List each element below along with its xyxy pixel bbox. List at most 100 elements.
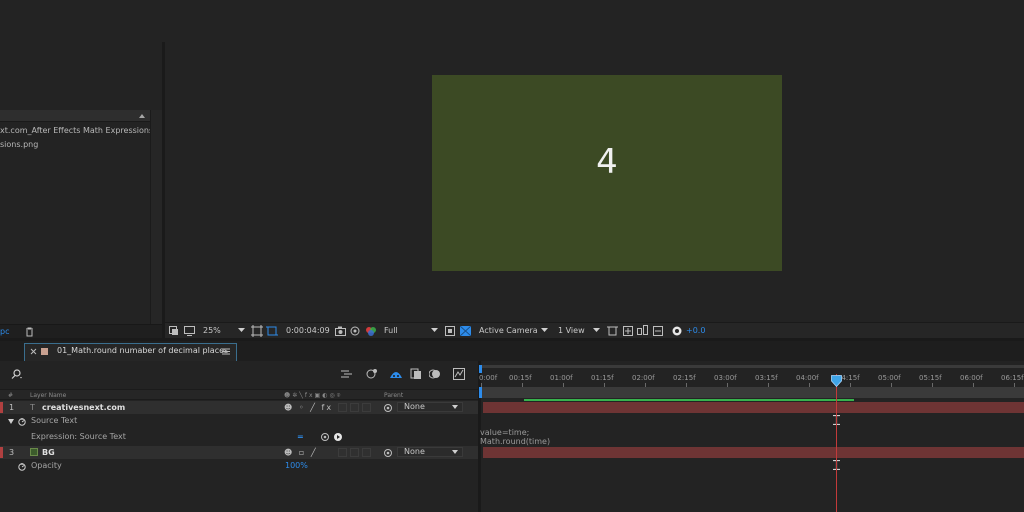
toggle-pixel-aspect-icon[interactable]: [607, 326, 618, 336]
layer-label-color: [0, 447, 3, 458]
chevron-down-icon[interactable]: [593, 328, 600, 333]
project-column-header: [0, 110, 150, 122]
current-time-indicator-icon[interactable]: [341, 369, 353, 380]
layer-duration-bar-1[interactable]: [483, 402, 1024, 413]
disclosure-triangle-icon[interactable]: [8, 419, 14, 424]
column-layer-name[interactable]: Layer Name: [30, 390, 66, 401]
bpc-label[interactable]: pc: [0, 327, 9, 337]
motion-blur-icon[interactable]: [429, 368, 441, 380]
close-icon[interactable]: [30, 348, 37, 355]
ruler-tick-label: 06:00f: [960, 374, 983, 382]
layer-switches[interactable]: ☻ ◦ ╱ fx: [284, 401, 333, 414]
fast-previews-icon[interactable]: [623, 326, 633, 336]
ruler-tick-label: 00:15f: [509, 374, 532, 382]
navigator-start-handle[interactable]: [479, 365, 482, 373]
expression-pick-whip-icon[interactable]: [321, 433, 329, 441]
property-row-opacity[interactable]: Opacity 100%: [0, 459, 478, 473]
parent-dropdown[interactable]: None: [397, 402, 463, 412]
tab-title[interactable]: 01_Math.round numaber of decimal places: [57, 346, 228, 356]
title-safe-icon[interactable]: [251, 325, 263, 337]
graph-editor-icon[interactable]: [453, 368, 465, 380]
3d-layer-switch[interactable]: [362, 403, 371, 412]
ruler-tick-label: 01:15f: [591, 374, 614, 382]
layer-switches[interactable]: ☻ ▫ ╱: [284, 446, 318, 459]
chevron-down-icon[interactable]: [541, 328, 548, 333]
ruler-tick-label: 03:15f: [755, 374, 778, 382]
sort-up-icon[interactable]: [138, 112, 146, 120]
current-timecode[interactable]: 0:00:04:09: [286, 326, 330, 336]
ram-preview-cache-bar: [524, 399, 854, 401]
viewer-toolbar: 25% 0:00:04:09 Full Active Camera 1 View…: [165, 322, 1024, 338]
chevron-down-icon[interactable]: [431, 328, 438, 333]
expression-language-menu-icon[interactable]: [334, 433, 342, 441]
layer-row-3[interactable]: 3 BG ☻ ▫ ╱ None: [0, 446, 478, 459]
layer-label-color: [0, 402, 3, 413]
adjustment-switch[interactable]: [350, 448, 359, 457]
solid-layer-icon: [30, 448, 38, 456]
adjustment-switch[interactable]: [350, 403, 359, 412]
motion-blur-switch[interactable]: [338, 448, 347, 457]
ruler-tick-label: 0:00f: [479, 374, 498, 382]
stopwatch-icon[interactable]: [18, 417, 26, 426]
layer-name[interactable]: creativesnext.com: [42, 401, 125, 414]
zoom-level[interactable]: 25%: [203, 326, 221, 336]
project-item-footage[interactable]: sions.png: [0, 138, 150, 151]
fast-preview-icon[interactable]: [445, 326, 455, 336]
expression-label: Expression: Source Text: [31, 432, 126, 441]
pick-whip-icon[interactable]: [384, 449, 392, 457]
timeline-flowchart-icon[interactable]: [637, 325, 648, 336]
monitor-icon[interactable]: [184, 326, 195, 336]
parent-dropdown[interactable]: None: [397, 447, 463, 457]
frame-blending-icon[interactable]: [410, 368, 422, 380]
ruler-tick-label: 05:00f: [878, 374, 901, 382]
resolution-dropdown[interactable]: Full: [384, 326, 398, 336]
3d-layer-switch[interactable]: [362, 448, 371, 457]
stopwatch-icon[interactable]: [18, 462, 26, 471]
exposure-value[interactable]: +0.0: [686, 326, 705, 336]
work-area-start-handle[interactable]: [479, 387, 482, 398]
search-icon[interactable]: [10, 369, 24, 380]
expression-enable-toggle[interactable]: =: [297, 430, 304, 444]
project-item-comp[interactable]: xt.com_After Effects Math Expressions: [0, 124, 150, 137]
region-of-interest-icon[interactable]: [266, 325, 278, 337]
shy-layers-icon[interactable]: [389, 368, 403, 380]
ruler-tick-label: 04:00f: [796, 374, 819, 382]
layer-number: 1: [9, 403, 15, 412]
color-channel-icon[interactable]: [365, 325, 377, 337]
camera-dropdown[interactable]: Active Camera: [479, 326, 538, 336]
transparency-grid-icon[interactable]: [460, 326, 471, 336]
draft-3d-icon[interactable]: [366, 368, 378, 380]
reset-exposure-icon[interactable]: [672, 326, 682, 336]
layer-name[interactable]: BG: [42, 446, 55, 459]
comp-flowchart-icon[interactable]: [653, 326, 663, 336]
pick-whip-icon[interactable]: [384, 404, 392, 412]
property-name: Source Text: [31, 416, 78, 425]
ruler-tick-label: 05:15f: [919, 374, 942, 382]
expression-line-2[interactable]: Math.round(time): [480, 437, 550, 447]
show-snapshot-icon[interactable]: [350, 326, 360, 336]
parent-value: None: [404, 402, 425, 411]
motion-blur-switch[interactable]: [338, 403, 347, 412]
time-navigator[interactable]: [481, 365, 1024, 368]
work-area-bar[interactable]: [481, 387, 1024, 398]
current-time-indicator-head[interactable]: [831, 375, 842, 387]
layer-number: 3: [9, 448, 15, 457]
opacity-value[interactable]: 100%: [285, 459, 308, 473]
layer-duration-bar-3[interactable]: [483, 447, 1024, 458]
expression-row[interactable]: Expression: Source Text =: [0, 430, 478, 444]
property-row-source-text[interactable]: Source Text: [0, 414, 478, 428]
chevron-down-icon[interactable]: [238, 328, 245, 333]
project-footer: pc: [0, 324, 163, 338]
snapshot-camera-icon[interactable]: [335, 326, 346, 336]
ruler-tick-label: 02:00f: [632, 374, 655, 382]
panel-menu-icon[interactable]: [222, 348, 230, 355]
project-item-label: sions.png: [0, 140, 39, 149]
always-preview-icon[interactable]: [169, 326, 179, 336]
layer-column-header: # Layer Name ☻✲╲fx▣◐◎⌾ Parent: [0, 389, 478, 400]
current-time-indicator-line[interactable]: [836, 374, 837, 512]
view-layout-dropdown[interactable]: 1 View: [558, 326, 585, 336]
layer-row-1[interactable]: 1 T creativesnext.com ☻ ◦ ╱ fx None: [0, 401, 478, 414]
column-parent[interactable]: Parent: [384, 390, 403, 401]
trash-icon[interactable]: [25, 327, 34, 337]
ruler-tick-label: 01:00f: [550, 374, 573, 382]
